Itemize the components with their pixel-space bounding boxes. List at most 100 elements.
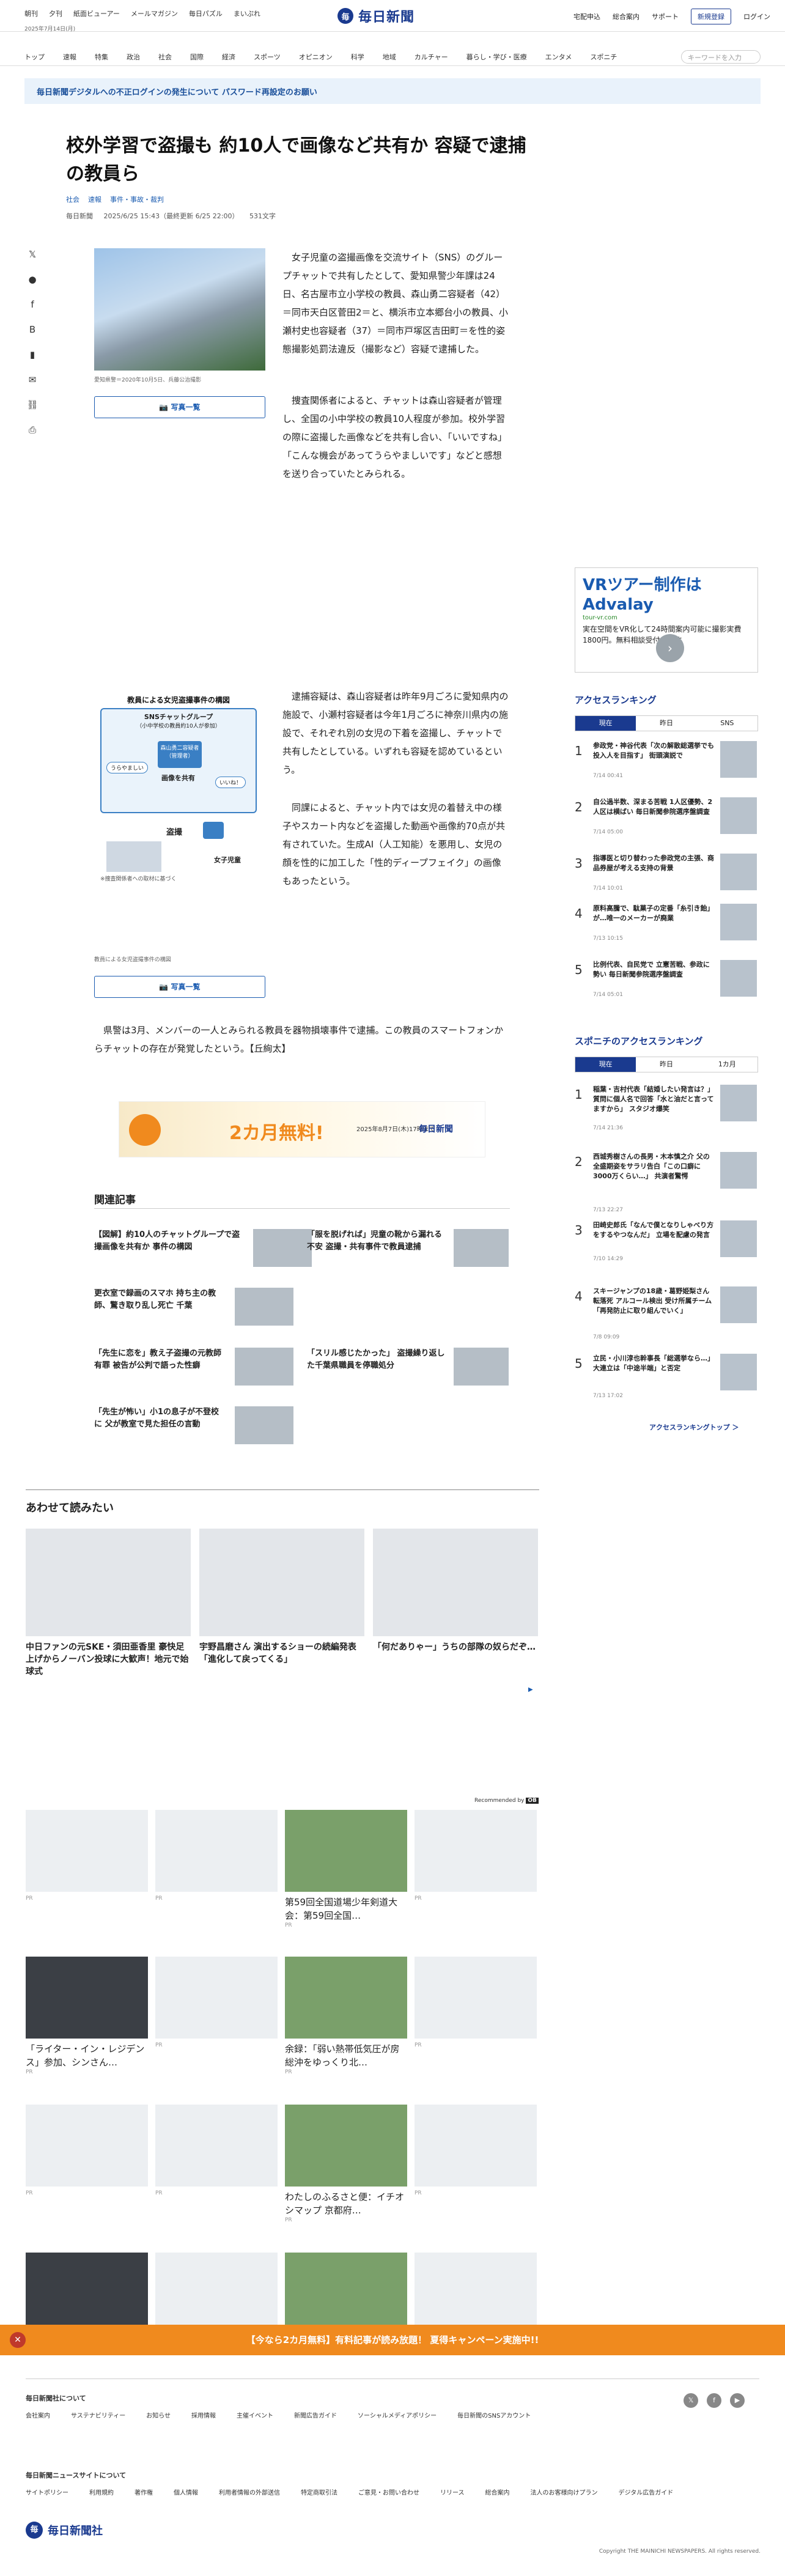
footer-link[interactable]: 特定商取引法 xyxy=(301,2490,337,2497)
ranking-item[interactable]: 1 参政党・神谷代表「次の解散総選挙でも投入人を目指す」 街頭演説で 7/14 00… xyxy=(575,741,758,785)
cat-item[interactable]: 科学 xyxy=(351,52,364,62)
sponichi-item[interactable]: 4 スキージャンプの18歳・葛野姫梨さん転落死 アルコール検出 受け所属チーム「再… xyxy=(575,1286,758,1340)
footer-link[interactable]: 個人情報 xyxy=(174,2490,198,2497)
sidebar-ad[interactable]: VRツアー制作はAdvalay tour-vr.com 実在空間をVR化して24… xyxy=(575,567,758,673)
login-button[interactable]: ログイン xyxy=(743,12,770,21)
footer-link[interactable]: ソーシャルメディアポリシー xyxy=(358,2413,437,2419)
tab-yesterday[interactable]: 昨日 xyxy=(636,1057,696,1072)
mail-icon[interactable]: ✉ xyxy=(26,373,39,386)
link-guide[interactable]: 総合案内 xyxy=(613,12,639,21)
recommend-card[interactable]: 「何だありゃー」うちの部隊の奴らだぞ… xyxy=(373,1529,538,1653)
tab-yesterday[interactable]: 昨日 xyxy=(636,716,696,731)
sponichi-item[interactable]: 5 立民・小川淳也幹事長「総選挙なら…」 大連立は「中途半端」と否定 7/13 17… xyxy=(575,1354,758,1403)
footer-link[interactable]: 採用情報 xyxy=(191,2413,216,2419)
sponichi-item[interactable]: 2 西城秀樹さんの長男・木本慎之介 父の全盛期姿をサラリ告白「この口癖に3000万… xyxy=(575,1152,758,1213)
footer-link[interactable]: デジタル広告ガイド xyxy=(619,2490,674,2497)
pr-card[interactable]: PR xyxy=(155,2105,278,2196)
pr-card[interactable]: PR xyxy=(155,1957,278,2048)
top-nav-item[interactable]: メールマガジン xyxy=(131,10,178,18)
cat-item[interactable]: 速報 xyxy=(63,52,76,62)
cat-item[interactable]: 暮らし・学び・医療 xyxy=(466,52,527,62)
top-nav-item[interactable]: 夕刊 xyxy=(49,10,62,18)
pr-card[interactable]: PR xyxy=(26,2105,148,2196)
top-nav-item[interactable]: まいぷれ xyxy=(234,10,260,18)
related-item[interactable]: 「服を脱げれば」児童の靴から漏れる不安 盗撮・共有事件で教員逮捕 xyxy=(307,1229,527,1267)
tag-link[interactable]: 社会 xyxy=(66,196,79,204)
facebook-icon[interactable]: f xyxy=(707,2393,721,2408)
footer-link[interactable]: 法人のお客様向けプラン xyxy=(531,2490,598,2497)
footer-link[interactable]: 総合案内 xyxy=(485,2490,510,2497)
cat-item[interactable]: トップ xyxy=(24,52,45,62)
ranking-item[interactable]: 4 原料高騰で、駄菓子の定番「糸引き飴」が…唯一のメーカーが廃業 7/13 10:1… xyxy=(575,904,758,948)
footer-link[interactable]: 主催イベント xyxy=(237,2413,273,2419)
footer-link[interactable]: 利用規約 xyxy=(89,2490,114,2497)
pr-card[interactable]: PR xyxy=(415,1810,537,1902)
pr-card[interactable]: PR xyxy=(155,1810,278,1902)
footer-link[interactable]: 会社案内 xyxy=(26,2413,50,2419)
cat-item[interactable]: 国際 xyxy=(190,52,204,62)
cat-item[interactable]: 政治 xyxy=(127,52,140,62)
tag-link[interactable]: 速報 xyxy=(88,196,101,204)
ranking-item[interactable]: 3 指導医と切り替わった参政党の主張、商品券屋が考える支持の背景 7/14 10:0… xyxy=(575,854,758,898)
search-input[interactable]: キーワードを入力 xyxy=(681,50,761,64)
notice-banner[interactable]: 毎日新聞デジタルへの不正ログインの発生について パスワード再設定のお願い xyxy=(24,78,761,104)
x-share-icon[interactable]: 𝕏 xyxy=(26,248,39,261)
site-logo[interactable]: 毎毎日新聞 xyxy=(337,6,415,26)
footer-link[interactable]: 新聞広告ガイド xyxy=(294,2413,337,2419)
related-item[interactable]: 更衣室で録画のスマホ 持ち主の教師、驚き取り乱し死亡 千葉 xyxy=(94,1288,314,1326)
recommend-card[interactable]: 中日ファンの元SKE・須田亜香里 豪快足上げからノーバン投球に大歓声！地元で始球… xyxy=(26,1529,191,1678)
top-nav-item[interactable]: 朝刊 xyxy=(24,10,38,18)
youtube-icon[interactable]: ▶ xyxy=(730,2393,745,2408)
ranking-item[interactable]: 5 比例代表、自民党で 立憲苦戦、参政に勢い 毎日新聞参院選序盤調査 7/14 05… xyxy=(575,960,758,1004)
pr-card[interactable]: PR xyxy=(415,1957,537,2048)
bookmark-icon[interactable]: ▮ xyxy=(26,348,39,361)
footer-logo[interactable]: 毎 毎日新聞社 xyxy=(26,2522,103,2539)
ranking-item[interactable]: 2 自公過半数、深まる苦戦 1人区優勢、2人区は横ばい 毎日新聞参院選序盤調査 7/… xyxy=(575,797,758,841)
link-support[interactable]: サポート xyxy=(652,12,679,21)
ranking-more-link[interactable]: アクセスランキングトップ ＞ xyxy=(649,1422,739,1432)
hatena-bookmark-icon[interactable]: B xyxy=(26,323,39,336)
pr-card[interactable]: PR xyxy=(415,2105,537,2196)
link-subscribe[interactable]: 宅配申込 xyxy=(573,12,600,21)
close-icon[interactable]: ✕ xyxy=(10,2332,26,2348)
footer-link[interactable]: リリース xyxy=(440,2490,465,2497)
register-button[interactable]: 新規登録 xyxy=(691,9,731,24)
x-icon[interactable]: 𝕏 xyxy=(684,2393,698,2408)
photo-list-button[interactable]: 📷 写真一覧 xyxy=(94,396,265,418)
pr-card[interactable]: 余録：「弱い熱帯低気圧が房総沖をゆっくり北… PR xyxy=(285,1957,407,2075)
cat-item[interactable]: 社会 xyxy=(158,52,172,62)
related-item[interactable]: 「スリル感じたかった」 盗撮繰り返した千葉県職員を停職処分 xyxy=(307,1348,527,1386)
footer-link[interactable]: 著作権 xyxy=(135,2490,153,2497)
footer-link[interactable]: サステナビリティー xyxy=(71,2413,125,2419)
top-nav-item[interactable]: 紙面ビューアー xyxy=(73,10,120,18)
cat-item[interactable]: スポニチ xyxy=(590,52,617,62)
related-item[interactable]: 【図解】約10人のチャットグループで盗撮画像を共有か 事件の構図 xyxy=(94,1229,314,1267)
tab-month[interactable]: 1カ月 xyxy=(697,1057,757,1072)
link-copy-icon[interactable]: ⛓ xyxy=(26,398,39,411)
cat-item[interactable]: 経済 xyxy=(222,52,235,62)
comment-icon[interactable]: ● xyxy=(26,273,39,286)
recommend-card[interactable]: 宇野昌磨さん 演出するショーの続編発表「進化して戻ってくる」 xyxy=(199,1529,364,1666)
pr-card[interactable]: 第59回全国道場少年剣道大会：第59回全国… PR xyxy=(285,1810,407,1928)
footer-link[interactable]: ご意見・お問い合わせ xyxy=(358,2490,419,2497)
top-nav-item[interactable]: 毎日パズル xyxy=(189,10,223,18)
cat-item[interactable]: オピニオン xyxy=(299,52,333,62)
cat-item[interactable]: カルチャー xyxy=(415,52,448,62)
facebook-share-icon[interactable]: f xyxy=(26,298,39,311)
promo-bar[interactable]: ✕ 【今なら2カ月無料】有料記事が読み放題！ 夏得キャンペーン実施中!! xyxy=(0,2325,785,2355)
photo-list-button-2[interactable]: 📷 写真一覧 xyxy=(94,976,265,998)
cat-item[interactable]: 地域 xyxy=(383,52,396,62)
related-item[interactable]: 「先生に恋を」教え子盗撮の元教師有罪 被告が公判で語った性癖 xyxy=(94,1348,314,1386)
cat-item[interactable]: スポーツ xyxy=(254,52,281,62)
footer-link[interactable]: 利用者情報の外部送信 xyxy=(219,2490,280,2497)
related-item[interactable]: 「先生が怖い」小1の息子が不登校に 父が教室で見た担任の言動 xyxy=(94,1406,314,1444)
tab-now[interactable]: 現在 xyxy=(575,716,636,731)
tag-link[interactable]: 事件・事故・裁判 xyxy=(110,196,164,204)
pr-card[interactable]: 「ライター・イン・レジデンス」参加、シンさん… PR xyxy=(26,1957,148,2075)
sponichi-item[interactable]: 3 田崎史郎氏「なんで僕となりしゃべり方をするやつなんだ」 立場を配慮の発言 7/1… xyxy=(575,1220,758,1269)
chevron-right-icon[interactable]: › xyxy=(656,634,684,662)
sponichi-item[interactable]: 1 稲葉・吉村代表「結婚したい発言は？」質問に個人名で回答「水と油だと言ってますか… xyxy=(575,1085,758,1139)
footer-link[interactable]: お知らせ xyxy=(146,2413,171,2419)
pr-card[interactable]: PR xyxy=(26,1810,148,1902)
article-photo-police[interactable] xyxy=(94,248,265,371)
